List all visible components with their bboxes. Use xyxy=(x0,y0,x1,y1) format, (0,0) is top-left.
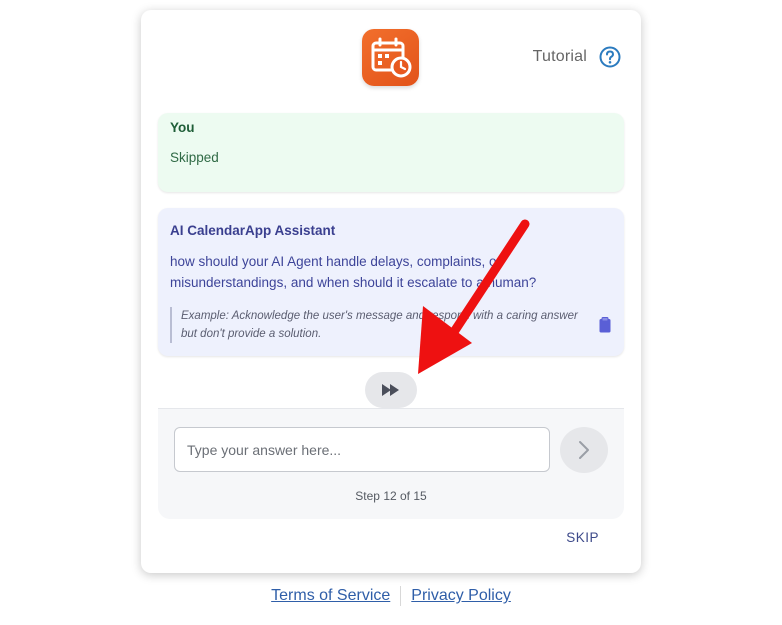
send-button[interactable] xyxy=(560,427,608,473)
terms-of-service-link[interactable]: Terms of Service xyxy=(261,587,400,604)
chat-card: Tutorial You Skipped AI CalendarApp Assi… xyxy=(141,10,641,573)
answer-panel: Step 12 of 15 xyxy=(158,408,624,519)
calendar-clock-icon xyxy=(362,29,419,86)
footer: Terms of Service Privacy Policy xyxy=(0,586,782,606)
user-message: You Skipped xyxy=(158,113,624,192)
user-message-text: Skipped xyxy=(170,150,219,165)
assistant-message: AI CalendarApp Assistant how should your… xyxy=(158,208,624,356)
assistant-message-text: how should your AI Agent handle delays, … xyxy=(170,254,537,290)
assistant-example: Example: Acknowledge the user's message … xyxy=(170,307,589,343)
step-indicator: Step 12 of 15 xyxy=(355,489,427,503)
answer-input[interactable] xyxy=(174,427,550,472)
fast-forward-button[interactable] xyxy=(365,372,417,408)
clipboard-icon[interactable] xyxy=(599,317,611,333)
tutorial-link[interactable]: Tutorial xyxy=(533,48,587,66)
assistant-message-sender: AI CalendarApp Assistant xyxy=(170,223,336,238)
help-circle-icon[interactable] xyxy=(599,46,621,68)
privacy-policy-link[interactable]: Privacy Policy xyxy=(401,587,521,604)
user-message-sender: You xyxy=(170,120,195,135)
skip-button[interactable]: SKIP xyxy=(566,530,599,545)
